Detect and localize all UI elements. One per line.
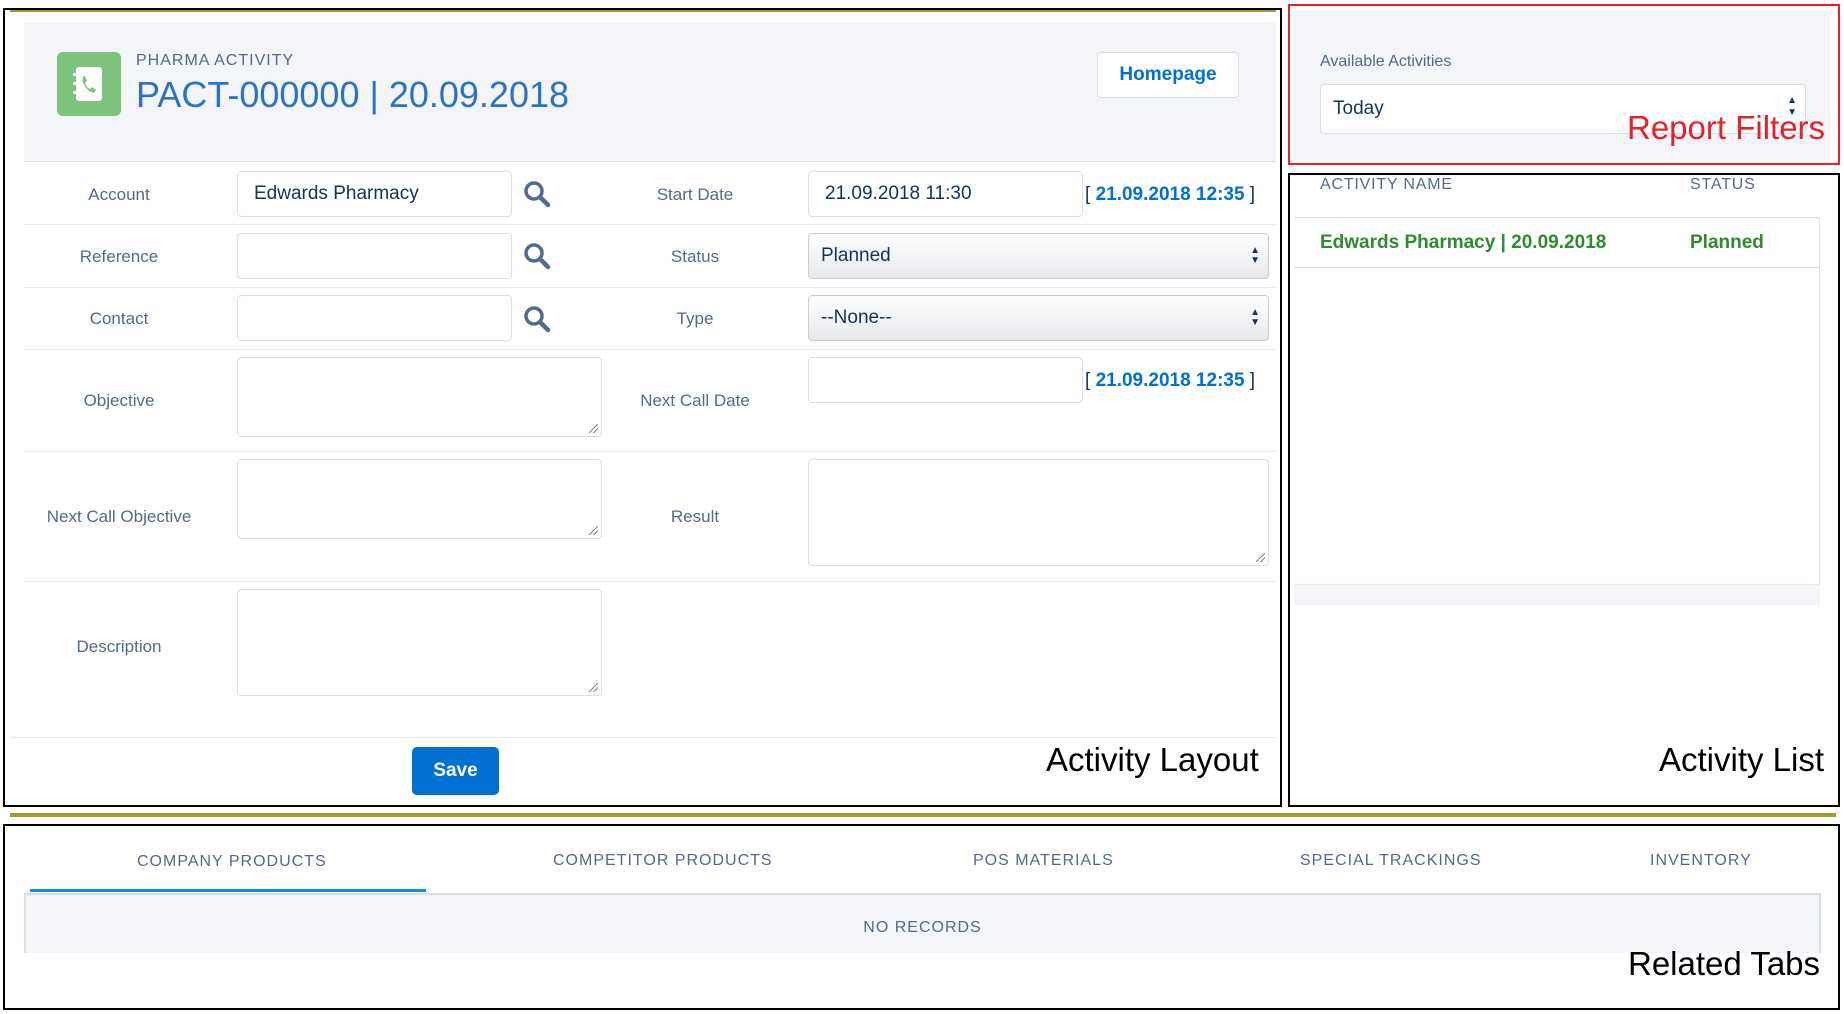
activity-list-annotation: Activity List xyxy=(1659,741,1825,778)
activity-layout-annotation: Activity Layout xyxy=(1046,741,1259,778)
middle-divider xyxy=(10,813,1836,817)
activity-layout-frame xyxy=(3,8,1282,807)
activity-list-frame xyxy=(1288,173,1840,807)
related-tabs-annotation: Related Tabs xyxy=(1628,945,1821,982)
related-tabs-frame xyxy=(3,824,1840,1010)
report-filters-annotation: Report Filters xyxy=(1627,109,1826,146)
